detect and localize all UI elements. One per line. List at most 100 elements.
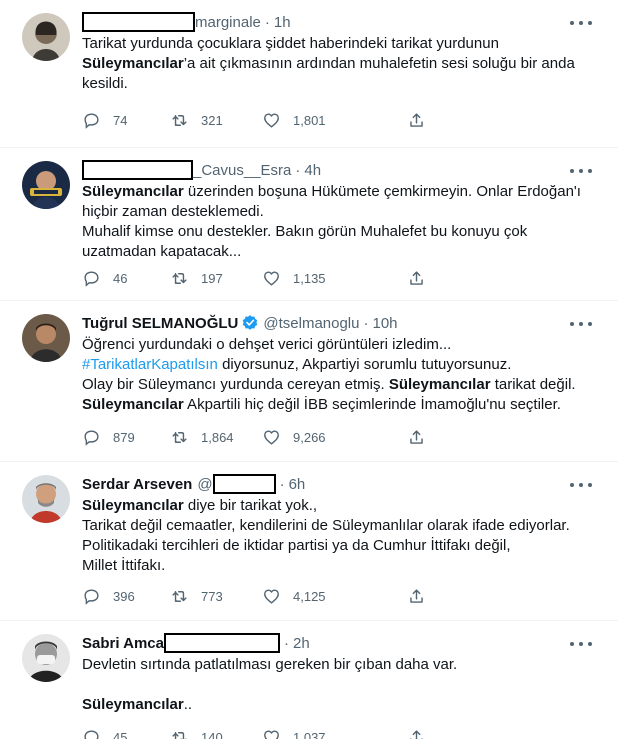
retweet-button[interactable]: 1,864 (170, 425, 234, 449)
more-options-icon[interactable] (570, 162, 592, 180)
tweet-line: Tarikat değil cemaatler, kendilerini de … (82, 516, 582, 536)
reply-button[interactable]: 879 (82, 425, 135, 449)
retweet-button[interactable]: 140 (170, 725, 223, 739)
tweet-line: Olay bir Süleymancı yurdunda cereyan etm… (82, 375, 582, 395)
share-button[interactable] (407, 584, 426, 608)
reply-count: 396 (113, 588, 135, 604)
tweet[interactable]: Sabri Amca · 2h Devletin sırtında patlat… (0, 621, 618, 739)
redacted-name (82, 12, 195, 32)
tweet-handle[interactable]: _Cavus__Esra (193, 162, 291, 179)
avatar[interactable] (22, 475, 70, 523)
display-name[interactable]: Sabri Amca (82, 635, 164, 652)
retweet-icon (172, 590, 187, 602)
tweet-line: Öğrenci yurdundaki o dehşet verici görün… (82, 335, 582, 355)
tweet[interactable]: Serdar Arseven @ · 6h Süleymancılar diye… (0, 462, 618, 621)
like-button[interactable]: 1,801 (262, 108, 326, 132)
tweet-header: marginale · 1h (82, 10, 574, 34)
tweet-header: Sabri Amca · 2h (82, 631, 574, 655)
share-icon (410, 729, 423, 739)
more-options-icon[interactable] (570, 476, 592, 494)
separator-dot: · (283, 634, 289, 652)
tweet[interactable]: _Cavus__Esra · 4h Süleymancılar üzerinde… (0, 148, 618, 301)
retweet-button[interactable]: 321 (170, 108, 223, 132)
tweet-line: Süleymancılar’a ait çıkmasının ardından … (82, 54, 582, 74)
reply-icon (84, 429, 99, 446)
avatar[interactable] (22, 634, 70, 682)
tweet-handle[interactable]: @tselmanoglu (263, 315, 359, 332)
share-button[interactable] (407, 725, 426, 739)
tweet-handle[interactable]: marginale (195, 14, 261, 31)
share-button[interactable] (407, 425, 426, 449)
avatar[interactable] (22, 314, 70, 362)
tweet-actions: 879 1,864 9,266 (82, 425, 522, 449)
text-segment: tarikat değil. (490, 376, 576, 393)
avatar[interactable] (22, 13, 70, 61)
tweet-actions: 74 321 1,801 (82, 108, 522, 132)
retweet-button[interactable]: 773 (170, 584, 223, 608)
display-name[interactable]: Serdar Arseven (82, 476, 192, 493)
tweet[interactable]: marginale · 1h Tarikat yurdunda çocuklar… (0, 0, 618, 148)
tweet-line: Süleymancılar üzerinden boşuna Hükümete … (82, 182, 582, 202)
text-segment: kesildi. (82, 75, 128, 92)
more-options-icon[interactable] (570, 14, 592, 32)
tweet-line: Süleymancılar diye bir tarikat yok., (82, 496, 582, 516)
display-name[interactable]: Tuğrul SELMANOĞLU (82, 315, 238, 332)
tweet-actions: 45 140 1,037 (82, 725, 522, 739)
like-button[interactable]: 9,266 (262, 425, 326, 449)
redacted-handle (163, 633, 280, 653)
tweet-line: hiçbir zaman desteklemedi. (82, 202, 582, 222)
hashtag-link[interactable]: #TarikatlarKapatılsın (82, 356, 218, 373)
tweet-text: Devletin sırtında patlatılması gereken b… (82, 655, 582, 715)
reply-icon (84, 270, 99, 287)
tweet-time[interactable]: 10h (372, 315, 397, 332)
retweet-icon (172, 731, 187, 739)
more-options-icon[interactable] (570, 315, 592, 333)
tweet[interactable]: Tuğrul SELMANOĞLU @tselmanoglu · 10h Öğr… (0, 301, 618, 462)
tweet-line: Millet İttifakı. (82, 556, 582, 576)
retweet-count: 1,864 (201, 429, 234, 445)
reply-count: 74 (113, 112, 128, 128)
tweet-header: Serdar Arseven @ · 6h (82, 472, 574, 496)
tweet-time[interactable]: 4h (304, 162, 321, 179)
reply-count: 879 (113, 429, 135, 445)
share-button[interactable] (407, 108, 426, 132)
tweet-line: Süleymancılar Akpartili hiç değil İBB se… (82, 395, 582, 415)
separator-dot: · (279, 475, 285, 493)
separator-dot: · (295, 161, 301, 179)
tweet-text: Öğrenci yurdundaki o dehşet verici görün… (82, 335, 582, 415)
tweet-text: Süleymancılar üzerinden boşuna Hükümete … (82, 182, 582, 262)
text-segment: Tarikat yurdunda çocuklara şiddet haberi… (82, 35, 499, 52)
tweet-line: kesildi. (82, 74, 582, 94)
reply-button[interactable]: 396 (82, 584, 135, 608)
tweet-time[interactable]: 2h (293, 635, 310, 652)
like-button[interactable]: 1,037 (262, 725, 326, 739)
more-options-icon[interactable] (570, 635, 592, 653)
text-segment: üzerinden boşuna Hükümete çemkirmeyin. O… (183, 183, 581, 200)
like-button[interactable]: 4,125 (262, 584, 326, 608)
tweet-actions: 396 773 4,125 (82, 584, 522, 608)
reply-icon (84, 729, 99, 739)
reply-button[interactable]: 45 (82, 725, 127, 739)
like-button[interactable]: 1,135 (262, 266, 326, 290)
reply-button[interactable]: 46 (82, 266, 127, 290)
text-segment: Devletin sırtında patlatılması gereken b… (82, 656, 458, 673)
tweet-line: uzatmadan kapatacak... (82, 242, 582, 262)
share-button[interactable] (407, 266, 426, 290)
tweet-handle[interactable]: @ (197, 476, 212, 493)
heart-icon (264, 729, 279, 739)
retweet-button[interactable]: 197 (170, 266, 223, 290)
tweet-line: Devletin sırtında patlatılması gereken b… (82, 655, 582, 675)
heart-icon (264, 270, 279, 286)
text-segment: Öğrenci yurdundaki o dehşet verici görün… (82, 336, 452, 353)
tweet-line: Süleymancılar.. (82, 695, 582, 715)
avatar[interactable] (22, 161, 70, 209)
retweet-count: 197 (201, 270, 223, 286)
bold-text: Süleymancılar (82, 183, 184, 200)
text-segment: Muhalif kimse onu destekler. Bakın görün… (82, 223, 528, 240)
text-segment: diyorsunuz, Akpartiyi sorumlu tutuyorsun… (217, 356, 512, 373)
tweet-header: _Cavus__Esra · 4h (82, 158, 574, 182)
tweet-time[interactable]: 1h (274, 14, 291, 31)
reply-button[interactable]: 74 (82, 108, 127, 132)
tweet-time[interactable]: 6h (289, 476, 306, 493)
retweet-icon (172, 272, 187, 284)
